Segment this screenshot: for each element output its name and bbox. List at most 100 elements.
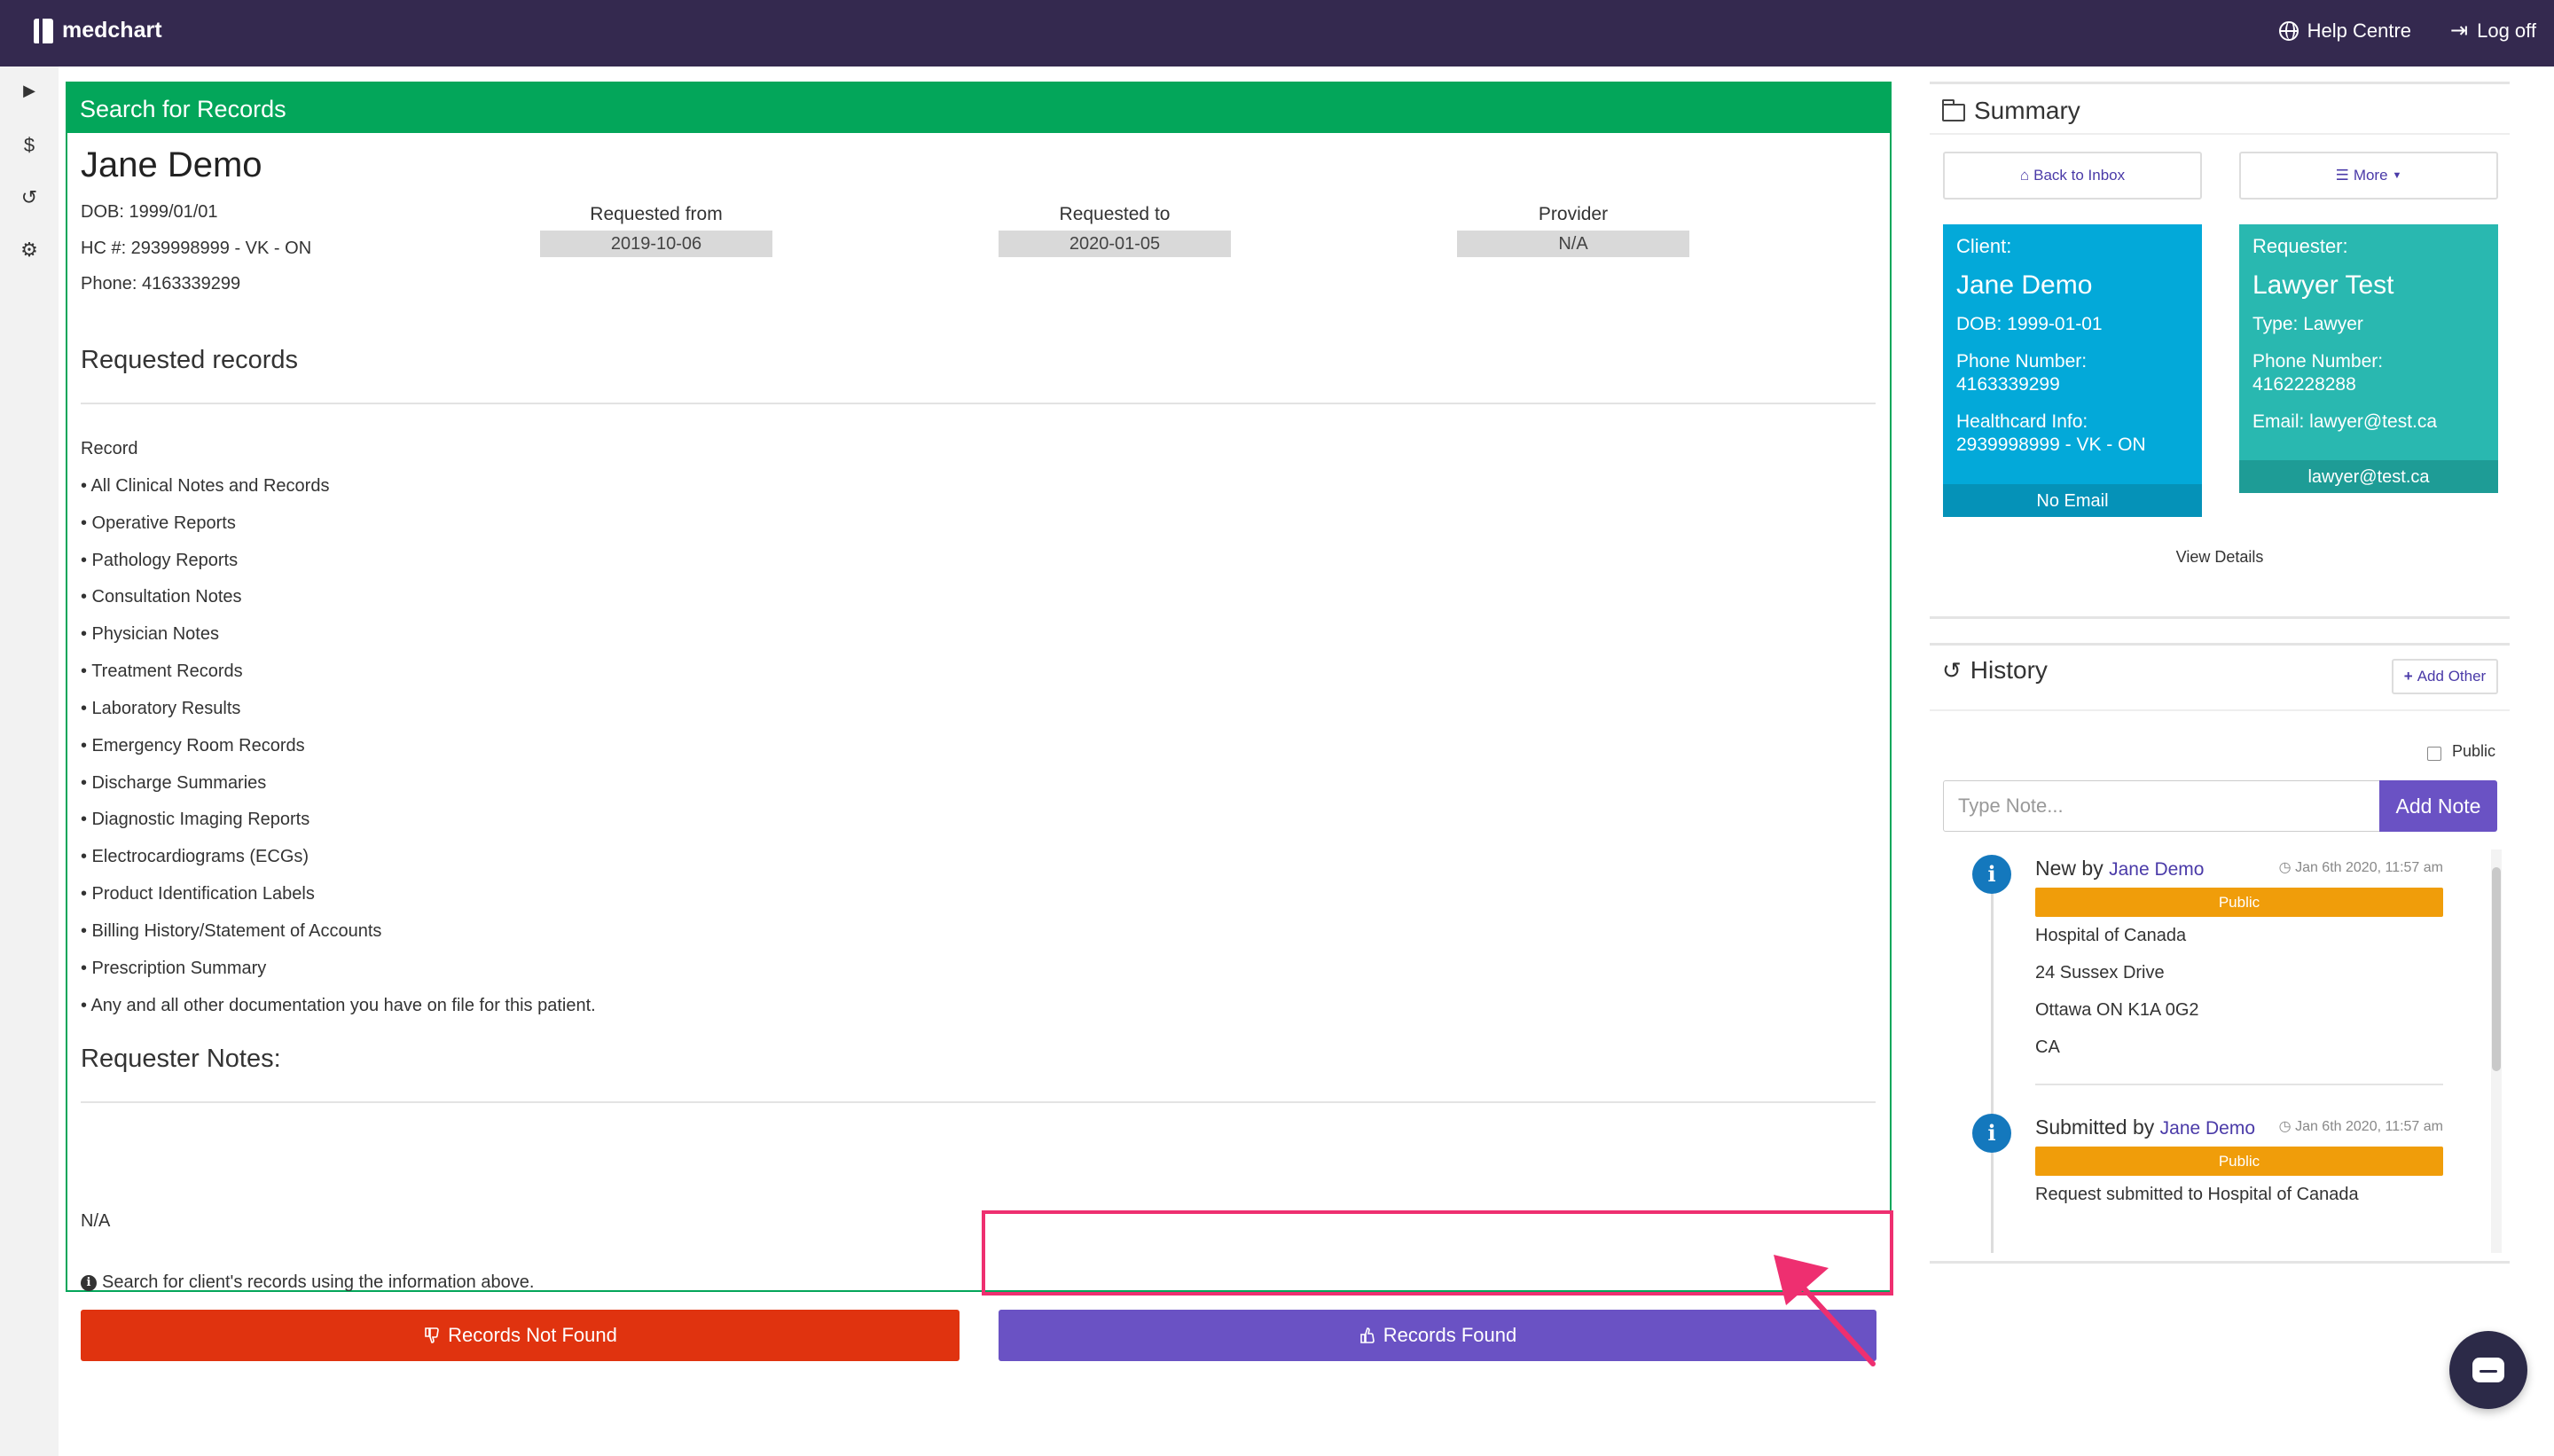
public-checkbox-label: Public: [2452, 741, 2496, 760]
history-icon[interactable]: ↺: [0, 186, 59, 209]
public-badge: Public: [2035, 1147, 2443, 1176]
search-records-panel: Search for Records Jane Demo DOB: 1999/0…: [66, 82, 1892, 1361]
record-item: • Treatment Records: [81, 661, 243, 682]
requester-card-type: Type: Lawyer: [2252, 314, 2363, 334]
record-item: • All Clinical Notes and Records: [81, 475, 330, 496]
records-found-label: Records Found: [1383, 1324, 1517, 1346]
client-dob: DOB: 1999/01/01: [81, 202, 218, 222]
record-item: • Operative Reports: [81, 513, 236, 533]
record-item: • Any and all other documentation you ha…: [81, 995, 596, 1015]
entry-time-text: Jan 6th 2020, 11:57 am: [2295, 1119, 2443, 1134]
records-found-button[interactable]: Records Found: [999, 1310, 1876, 1361]
requester-phone-value: 4162228288: [2252, 374, 2356, 395]
client-info-card: Client: Jane Demo DOB: 1999-01-01 Phone …: [1943, 224, 2202, 517]
play-icon[interactable]: ▶: [0, 82, 59, 100]
list-icon: ☰: [2335, 167, 2349, 184]
provider: Provider N/A: [1457, 204, 1689, 257]
plus-icon: +: [2403, 668, 2413, 685]
back-to-inbox-label: Back to Inbox: [2033, 167, 2126, 184]
top-navbar: medchart Help Centre ⇥ Log off: [0, 0, 2554, 67]
record-item: • Emergency Room Records: [81, 735, 305, 755]
info-icon: i: [81, 1274, 97, 1291]
search-hint-text: Search for client's records using the in…: [102, 1272, 535, 1292]
history-title-text: History: [1970, 656, 2048, 684]
add-note-button[interactable]: Add Note: [2379, 780, 2497, 832]
summary-title-text: Summary: [1974, 97, 2080, 124]
requester-notes-title: Requester Notes:: [81, 1045, 281, 1073]
brand[interactable]: medchart: [34, 18, 162, 43]
inbox-icon: ⌂: [2019, 167, 2030, 184]
note-input[interactable]: [1943, 780, 2380, 832]
caret-down-icon: ▼: [2392, 170, 2402, 181]
folder-icon: [1942, 98, 1965, 121]
history-icon: ↺: [1942, 656, 1962, 684]
view-details-link[interactable]: View Details: [1930, 548, 2510, 567]
back-to-inbox-button[interactable]: ⌂ Back to Inbox: [1943, 152, 2202, 200]
timeline-line: [1991, 867, 1994, 1253]
scrollbar-thumb[interactable]: [2492, 867, 2501, 1071]
entry-body: Hospital of Canada 24 Sussex Drive Ottaw…: [2035, 917, 2443, 1066]
requested-from-value: 2019-10-06: [540, 231, 772, 257]
history-entry: New by Jane Demo ◷ Jan 6th 2020, 11:57 a…: [2035, 857, 2443, 1066]
client-phone-value: 4163339299: [1956, 374, 2060, 395]
brand-name: medchart: [62, 18, 162, 43]
requester-card-footer-email[interactable]: lawyer@test.ca: [2239, 460, 2498, 493]
divider: [1930, 133, 2510, 135]
entry-line: CA: [2035, 1037, 2060, 1057]
divider: [81, 403, 1876, 404]
records-not-found-button[interactable]: Records Not Found: [81, 1310, 960, 1361]
log-off-link[interactable]: ⇥ Log off: [2450, 20, 2536, 43]
entry-body: Request submitted to Hospital of Canada: [2035, 1176, 2443, 1213]
entry-title: New by: [2035, 857, 2104, 880]
requester-card-name: Lawyer Test: [2252, 270, 2394, 300]
thumbs-up-icon: [1359, 1327, 1375, 1343]
entry-header: New by Jane Demo ◷ Jan 6th 2020, 11:57 a…: [2035, 857, 2443, 881]
requested-to-label: Requested to: [1059, 204, 1171, 224]
provider-value: N/A: [1457, 231, 1689, 257]
history-timeline: i New by Jane Demo ◷ Jan 6th 2020, 11:57…: [1943, 849, 2502, 1253]
client-hc-value: 2939998999 - VK - ON: [1956, 434, 2146, 455]
gear-icon[interactable]: ⚙: [0, 239, 59, 262]
history-card: ↺ History + Add Other Public Add Note i …: [1930, 643, 2510, 1264]
requested-to-value: 2020-01-05: [999, 231, 1231, 257]
client-card-phone: Phone Number: 4163339299: [1956, 350, 2189, 396]
entry-line: Ottawa ON K1A 0G2: [2035, 1000, 2199, 1020]
add-other-label: Add Other: [2417, 668, 2487, 685]
chat-widget-button[interactable]: [2449, 1331, 2527, 1409]
public-checkbox[interactable]: [2427, 747, 2441, 761]
entry-author-link[interactable]: Jane Demo: [2109, 859, 2204, 880]
records-list: Record • All Clinical Notes and Records …: [81, 431, 596, 1025]
record-item: • Physician Notes: [81, 624, 219, 645]
record-item: • Product Identification Labels: [81, 884, 315, 904]
entry-author-link[interactable]: Jane Demo: [2160, 1118, 2255, 1139]
requested-to: Requested to 2020-01-05: [999, 204, 1231, 257]
requester-card-phone: Phone Number: 4162228288: [2252, 350, 2485, 396]
record-item: • Laboratory Results: [81, 698, 241, 718]
records-not-found-label: Records Not Found: [448, 1324, 617, 1346]
dollar-icon[interactable]: $: [0, 134, 59, 157]
help-centre-link[interactable]: Help Centre: [2278, 20, 2411, 43]
divider: [1930, 709, 2510, 711]
requester-role: Requester:: [2252, 235, 2348, 257]
requested-from: Requested from 2019-10-06: [540, 204, 772, 257]
info-icon: i: [1972, 1114, 2011, 1153]
entry-header: Submitted by Jane Demo ◷ Jan 6th 2020, 1…: [2035, 1115, 2443, 1139]
history-entry: Submitted by Jane Demo ◷ Jan 6th 2020, 1…: [2035, 1115, 2443, 1213]
timeline-scrollbar[interactable]: [2491, 849, 2502, 1253]
entry-line: 24 Sussex Drive: [2035, 963, 2165, 982]
requester-card-email: Email: lawyer@test.ca: [2252, 411, 2438, 432]
entry-time-text: Jan 6th 2020, 11:57 am: [2295, 860, 2443, 875]
record-heading: Record: [81, 439, 138, 458]
requester-phone-label: Phone Number:: [2252, 351, 2384, 372]
medchart-logo-icon: [34, 18, 53, 43]
record-item: • Prescription Summary: [81, 958, 267, 978]
client-phone-label: Phone Number:: [1956, 351, 2088, 372]
client-phone: Phone: 4163339299: [81, 274, 241, 294]
pointer-arrow-icon: [1774, 1255, 1876, 1366]
divider: [81, 1101, 1876, 1103]
add-other-button[interactable]: + Add Other: [2392, 659, 2498, 694]
requested-from-label: Requested from: [590, 204, 723, 224]
info-icon: i: [1972, 855, 2011, 894]
more-dropdown-button[interactable]: ☰ More ▼: [2239, 152, 2498, 200]
record-item: • Consultation Notes: [81, 587, 242, 607]
